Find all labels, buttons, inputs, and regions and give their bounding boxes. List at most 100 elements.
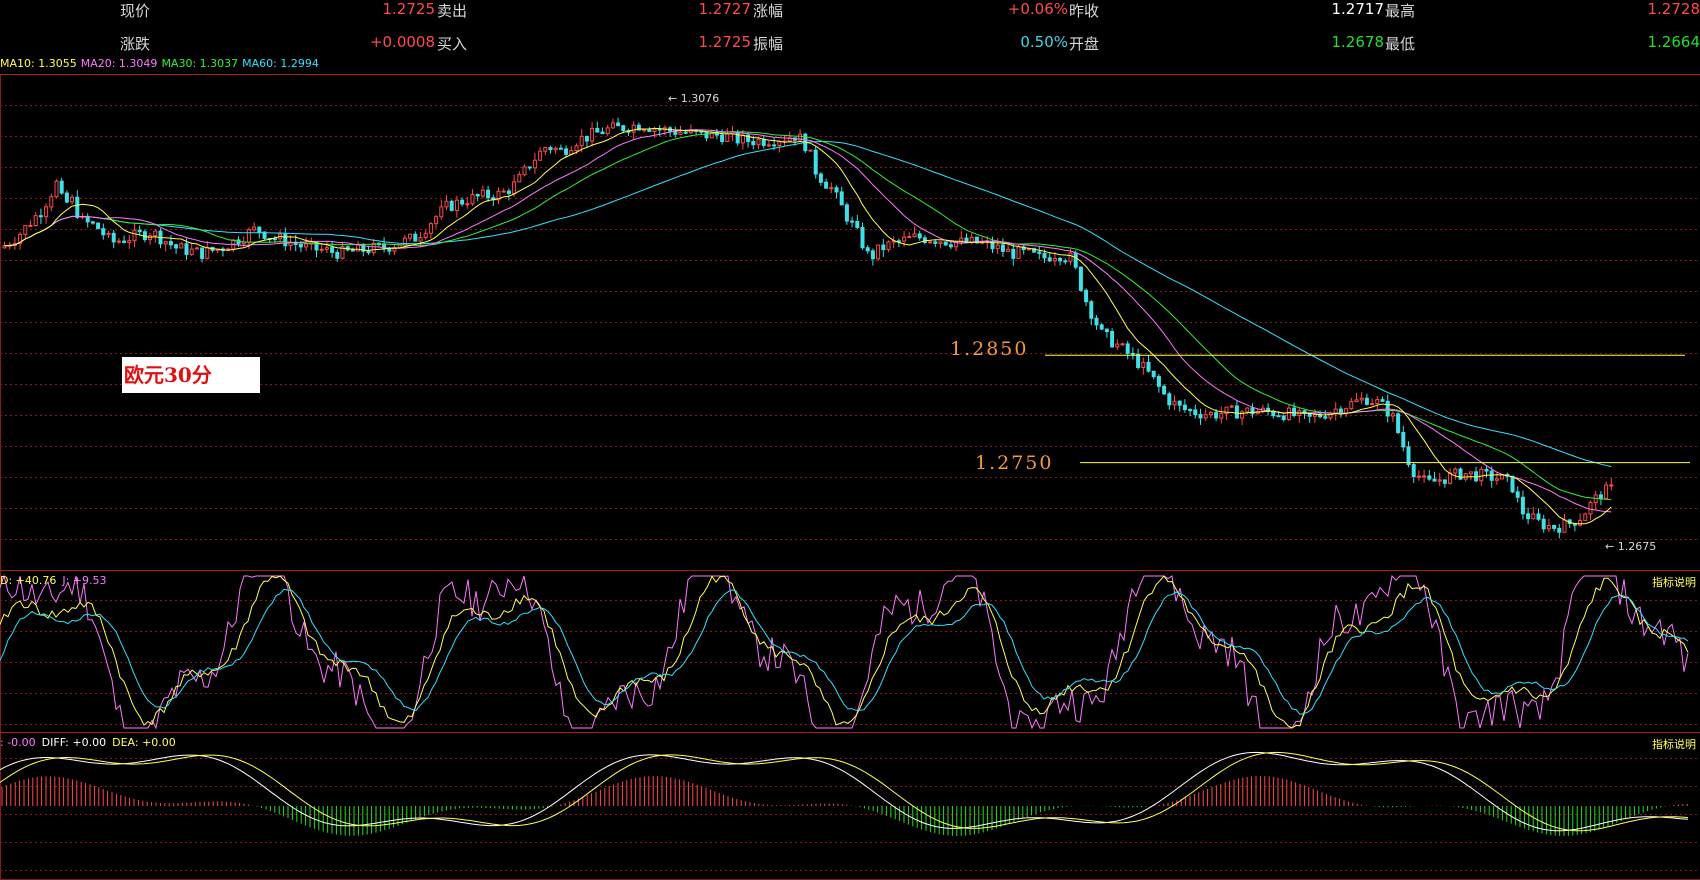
candle-body [725, 133, 730, 142]
candle-body [28, 224, 33, 227]
candle-body [1198, 414, 1203, 419]
candle-body [506, 190, 511, 194]
candle-body [54, 180, 59, 198]
candle-body [1214, 412, 1219, 419]
candle-body [174, 244, 179, 249]
candle-body [70, 196, 75, 203]
candle-body [90, 221, 95, 224]
candle-body [111, 232, 116, 243]
candle-body [1068, 252, 1073, 262]
candle-body [1546, 524, 1551, 530]
candle-body [1531, 513, 1536, 520]
macd-value: DEA: +0.00 [112, 736, 176, 749]
candle-body [1364, 397, 1369, 405]
candle-body [1162, 385, 1167, 395]
kdj-d-line [0, 588, 1689, 715]
candle-body [621, 125, 626, 132]
candle-body [439, 206, 444, 218]
candle-body [127, 240, 132, 243]
candle-body [1110, 331, 1115, 348]
candle-body [548, 147, 553, 151]
kdj-help-button[interactable]: 指标说明 [1650, 574, 1698, 590]
candle-body [876, 244, 881, 260]
candle-body [1000, 244, 1005, 252]
candle-body [1016, 246, 1021, 259]
candle-body [1380, 399, 1385, 402]
candle-body [75, 196, 80, 218]
candle-body [1292, 407, 1297, 417]
candle-body [200, 247, 205, 259]
candle-body [1084, 289, 1089, 303]
candle-body [943, 241, 948, 246]
candle-body [184, 243, 189, 255]
candle-body [1136, 353, 1141, 368]
candle-body [928, 241, 933, 244]
candle-body [938, 241, 943, 244]
candle-body [163, 241, 168, 245]
candle-body [1281, 415, 1286, 421]
candle-body [1151, 370, 1156, 378]
candle-body [408, 233, 413, 239]
candle-body [1208, 412, 1213, 416]
candle-body [1520, 496, 1525, 515]
candle-body [1219, 413, 1224, 419]
candle-body [1557, 527, 1562, 533]
candle-body [678, 131, 683, 135]
candle-body [194, 247, 199, 250]
candle-body [1234, 405, 1239, 419]
candle-body [428, 223, 433, 234]
candle-body [1406, 446, 1411, 466]
candle-body [1073, 252, 1078, 268]
candle-body [1156, 376, 1161, 387]
candle-body [642, 129, 647, 132]
candle-body [59, 180, 64, 194]
candle-body [1006, 248, 1011, 252]
candle-body [907, 236, 912, 239]
macd-help-button[interactable]: 指标说明 [1650, 736, 1698, 752]
candle-body [1078, 266, 1083, 291]
candle-body [605, 127, 610, 135]
candle-body [1484, 468, 1489, 472]
candle-body [304, 243, 309, 248]
candle-body [1588, 501, 1593, 515]
candle-body [1172, 400, 1177, 406]
candle-body [371, 242, 376, 254]
candle-body [683, 131, 688, 134]
candle-body [257, 226, 262, 233]
candle-body [413, 233, 418, 242]
candle-body [283, 233, 288, 247]
candle-body [1115, 343, 1120, 348]
candle-body [855, 221, 860, 228]
symbol-label: 欧元30分 [122, 357, 260, 393]
candle-body [205, 246, 210, 259]
candle-body [1052, 257, 1057, 262]
candle-body [1536, 513, 1541, 520]
macd-title: : -0.00 DIFF: +0.00 DEA: +0.00 [0, 736, 182, 749]
candle-body [1203, 414, 1208, 419]
candle-body [1432, 478, 1437, 482]
candle-body [1401, 432, 1406, 448]
candle-body [886, 241, 891, 251]
candle-body [1229, 405, 1234, 408]
candle-body [865, 247, 870, 252]
candle-body [1437, 479, 1442, 482]
candle-body [564, 148, 569, 155]
candle-body [1011, 248, 1016, 259]
high-value: 1.3076 [680, 92, 720, 105]
candle-body [522, 166, 527, 176]
kdj-title: D: +40.76 J: +9.53 [0, 574, 113, 587]
candle-body [434, 216, 439, 225]
candle-body [137, 229, 142, 233]
candle-body [1552, 524, 1557, 529]
low-value: 1.2675 [1617, 540, 1657, 553]
candle-body [44, 206, 49, 218]
candle-body [1541, 518, 1546, 530]
macd-value: DIFF: +0.00 [41, 736, 107, 749]
candle-body [454, 199, 459, 211]
candle-body [475, 193, 480, 197]
candle-body [824, 181, 829, 189]
candle-body [319, 248, 324, 251]
kdj-value: J: +9.53 [62, 574, 107, 587]
candle-body [631, 124, 636, 133]
candle-body [1604, 484, 1609, 499]
